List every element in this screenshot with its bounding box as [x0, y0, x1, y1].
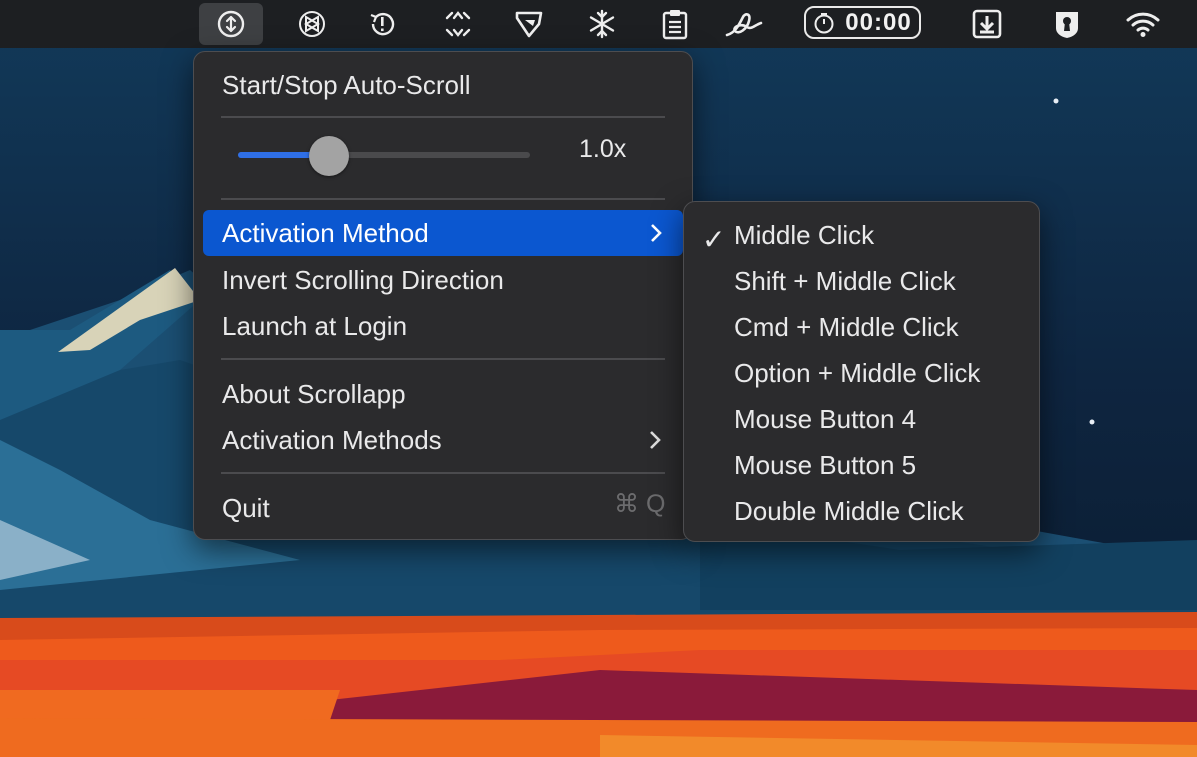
quit-item[interactable]: Quit [222, 488, 270, 528]
submenu-item-shift-middle-click[interactable]: Shift + Middle Click [734, 261, 956, 301]
activation-method-label: Activation Method [222, 218, 429, 248]
menu-bar: 00:00 [0, 0, 1197, 48]
activation-methods-item[interactable]: Activation Methods [222, 420, 672, 460]
submenu-item-double-middle-click[interactable]: Double Middle Click [734, 491, 964, 531]
timer-text: 00:00 [845, 8, 912, 36]
timer-display[interactable]: 00:00 [804, 6, 921, 39]
flag-icon[interactable] [498, 3, 562, 45]
signature-icon[interactable] [713, 3, 777, 45]
launch-at-login-item[interactable]: Launch at Login [222, 306, 407, 346]
slider-knob[interactable] [308, 136, 349, 176]
submenu-item-mouse-button-4[interactable]: Mouse Button 4 [734, 399, 916, 439]
chevron-right-icon [650, 431, 661, 449]
activation-method-submenu: ✓ Middle Click Shift + Middle Click Cmd … [683, 201, 1040, 542]
separator [221, 358, 665, 360]
expand-arrows-icon[interactable] [426, 3, 490, 45]
quit-shortcut: ⌘ Q [614, 490, 666, 518]
separator [221, 116, 665, 118]
submenu-item-option-middle-click[interactable]: Option + Middle Click [734, 353, 980, 393]
clipboard-icon[interactable] [643, 3, 707, 45]
timer-icon [814, 12, 834, 33]
separator [221, 198, 665, 200]
submenu-item-middle-click[interactable]: Middle Click [734, 215, 874, 255]
scrollapp-menu: Start/Stop Auto-Scroll 1.0x Activation M… [193, 51, 693, 540]
scroll-arrows-icon[interactable] [199, 3, 263, 45]
activation-method-item[interactable]: Activation Method [203, 210, 683, 256]
speed-value: 1.0x [579, 135, 627, 163]
invert-scrolling-item[interactable]: Invert Scrolling Direction [222, 260, 504, 300]
openai-icon[interactable] [280, 3, 344, 45]
about-scrollapp-item[interactable]: About Scrollapp [222, 374, 406, 414]
activation-methods-label: Activation Methods [222, 425, 442, 455]
snowflake-icon[interactable] [570, 3, 634, 45]
download-icon[interactable] [955, 3, 1019, 45]
chevron-right-icon [651, 224, 662, 242]
separator [221, 472, 665, 474]
history-alert-icon[interactable] [350, 3, 414, 45]
submenu-item-mouse-button-5[interactable]: Mouse Button 5 [734, 445, 916, 485]
checkmark-icon: ✓ [702, 224, 726, 255]
submenu-item-cmd-middle-click[interactable]: Cmd + Middle Click [734, 307, 959, 347]
keyhole-icon[interactable] [1035, 3, 1099, 45]
start-stop-autoscroll-item[interactable]: Start/Stop Auto-Scroll [222, 65, 471, 105]
wifi-icon[interactable] [1111, 3, 1175, 45]
slider-track[interactable] [238, 152, 530, 158]
